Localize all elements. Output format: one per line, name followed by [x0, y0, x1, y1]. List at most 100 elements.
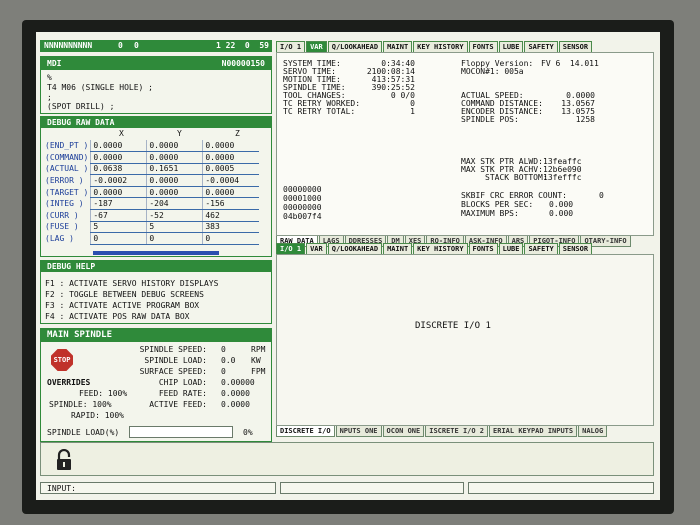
- main-spindle-panel: MAIN SPINDLE STOP OVERRIDES FEED: 100% S…: [40, 328, 272, 442]
- subtab-inputs-one[interactable]: NPUTS ONE: [335, 426, 382, 437]
- spindle-load-bar: [129, 426, 233, 438]
- cell-z: 0.0000: [202, 140, 259, 153]
- tab-io1[interactable]: I/O 1: [276, 243, 306, 254]
- cell-y: -52: [146, 209, 203, 222]
- spindle-override: SPINDLE: 100%: [49, 400, 112, 409]
- status-count-2: 0: [134, 41, 139, 50]
- input-label: INPUT:: [47, 484, 76, 493]
- subtab-serial-keypad-inputs[interactable]: ERIAL KEYPAD INPUTS: [489, 426, 578, 437]
- tab-fonts[interactable]: FONTS: [468, 243, 498, 254]
- tab-safety[interactable]: SAFETY: [524, 243, 558, 254]
- var-value: 0.000: [549, 200, 574, 209]
- stat-label: SURFACE SPEED:: [139, 367, 207, 376]
- input-aux-box-1: [280, 482, 464, 494]
- input-field[interactable]: INPUT:: [40, 482, 276, 494]
- stat-unit: KW: [251, 356, 261, 365]
- tab-key-history[interactable]: KEY HISTORY: [413, 243, 468, 254]
- program-line: T4 M06 (SINGLE HOLE) ;: [47, 83, 153, 92]
- stat-value: 0: [221, 367, 226, 376]
- hex-value: 04b007f4: [283, 212, 322, 221]
- row-label: (TARGET ): [45, 187, 89, 197]
- stat-label: SPINDLE LOAD:: [144, 356, 207, 365]
- var-value: 1: [410, 107, 415, 116]
- spindle-title: MAIN SPINDLE: [41, 329, 271, 342]
- cell-x: -67: [90, 209, 147, 222]
- subtab-analog[interactable]: NALOG: [578, 426, 608, 437]
- tab-maint[interactable]: MAINT: [383, 41, 413, 52]
- cell-x: -187: [90, 197, 147, 211]
- cell-z: 0: [202, 232, 259, 245]
- stat-unit: RPM: [251, 345, 266, 354]
- io-subtab-bar: DISCRETE I/O NPUTS ONE OCON ONE ISCRETE …: [276, 426, 608, 437]
- row-label: (COMMAND): [45, 152, 89, 162]
- status-name: NNNNNNNNNN: [44, 41, 93, 50]
- debug-raw-data-panel: DEBUG RAW DATA X Y Z (END_PT ) 0.0000 0.00…: [40, 116, 272, 257]
- program-line: (SPOT DRILL) ;: [47, 102, 115, 111]
- scrollbar[interactable]: [93, 251, 219, 255]
- help-line: F3 : ACTIVATE ACTIVE PROGRAM BOX: [45, 301, 200, 310]
- tab-lube[interactable]: LUBE: [498, 243, 524, 254]
- var-value: 13fefffc: [543, 173, 582, 182]
- hex-value: 00001000: [283, 194, 322, 203]
- tab-lube[interactable]: LUBE: [498, 41, 524, 52]
- tab-fonts[interactable]: FONTS: [468, 41, 498, 52]
- subtab-mocon-one[interactable]: OCON ONE: [382, 426, 425, 437]
- cell-y: 0.0000: [146, 186, 203, 199]
- mocon-version: MOCON#1: 005a: [461, 67, 524, 76]
- tab-lookahead[interactable]: Q/LOOKAHEAD: [327, 243, 383, 254]
- table-row: (ERROR ) -0.0002 0.0000 -0.0004: [43, 174, 259, 187]
- cell-x: 0: [90, 232, 147, 245]
- table-row: (TARGET ) 0.0000 0.0000 0.0000: [43, 186, 259, 199]
- var-label: SKBIF CRC ERROR COUNT:: [461, 191, 567, 200]
- var-value: 0: [599, 191, 604, 200]
- io-panel: DISCRETE I/O 1: [276, 254, 654, 426]
- cell-z: 0.0005: [202, 163, 259, 176]
- status-count-1: 0: [118, 41, 123, 50]
- cell-y: 5: [146, 221, 203, 234]
- row-label: (ACTUAL ): [45, 164, 89, 174]
- tab-safety[interactable]: SAFETY: [524, 41, 558, 52]
- cell-y: 0.0000: [146, 174, 203, 187]
- input-aux-box-2: [468, 482, 654, 494]
- subtab-discrete-io[interactable]: DISCRETE I/O: [276, 426, 335, 437]
- floppy-value: FV 6 14.011: [541, 59, 599, 68]
- cell-z: 383: [202, 221, 259, 234]
- tab-key-history[interactable]: KEY HISTORY: [413, 41, 468, 52]
- var-label: BLOCKS PER SEC:: [461, 200, 534, 209]
- table-row: (ACTUAL ) 0.0638 0.1651 0.0005: [43, 163, 259, 176]
- stat-label: ACTIVE FEED:: [149, 400, 207, 409]
- debug-help-title: DEBUG HELP: [41, 261, 271, 272]
- cell-y: 0.1651: [146, 163, 203, 176]
- tab-sensor[interactable]: SENSOR: [558, 41, 593, 52]
- row-label: (ERROR ): [45, 176, 84, 186]
- column-header-z: Z: [235, 129, 240, 138]
- tab-var[interactable]: VAR: [306, 41, 327, 52]
- row-label: (LAG ): [45, 234, 74, 244]
- var-label: TC RETRY TOTAL:: [283, 107, 356, 116]
- overrides-label: OVERRIDES: [47, 378, 91, 387]
- table-row: (FUSE ) 5 5 383: [43, 221, 259, 234]
- tab-var[interactable]: VAR: [306, 243, 327, 254]
- tab-sensor[interactable]: SENSOR: [558, 243, 593, 254]
- var-label: SPINDLE POS:: [461, 115, 519, 124]
- mdi-panel[interactable]: MDI N00000150 % T4 M06 (SINGLE HOLE) ; ;…: [40, 56, 272, 114]
- var-info-panel: SYSTEM TIME: 0:34:40 SERVO TIME: 2100:08…: [276, 52, 654, 236]
- cell-z: 0.0000: [202, 151, 259, 164]
- var-value: 1258: [575, 115, 595, 124]
- spindle-load-label: SPINDLE LOAD(%): [47, 428, 120, 437]
- cell-z: 0.0000: [202, 186, 259, 199]
- row-label: (FUSE ): [45, 222, 79, 232]
- subtab-discrete-io-2[interactable]: ISCRETE I/O 2: [425, 426, 489, 437]
- table-row: (CURR ) -67 -52 462: [43, 209, 259, 222]
- tab-maint[interactable]: MAINT: [383, 243, 413, 254]
- row-label: (END_PT ): [45, 141, 89, 151]
- cell-y: 0: [146, 232, 203, 245]
- tab-io1[interactable]: I/O 1: [276, 41, 306, 52]
- cell-x: -0.0002: [90, 174, 147, 187]
- table-row: (COMMAND) 0.0000 0.0000 0.0000: [43, 151, 259, 164]
- raw-data-table: (END_PT ) 0.0000 0.0000 0.0000 (COMMAND) 0.0…: [43, 140, 259, 245]
- hex-value: 00000000: [283, 203, 322, 212]
- debug-help-panel: DEBUG HELP F1 : ACTIVATE SERVO HISTORY D…: [40, 260, 272, 324]
- var-label: MAXIMUM BPS:: [461, 209, 519, 218]
- tab-lookahead[interactable]: Q/LOOKAHEAD: [327, 41, 383, 52]
